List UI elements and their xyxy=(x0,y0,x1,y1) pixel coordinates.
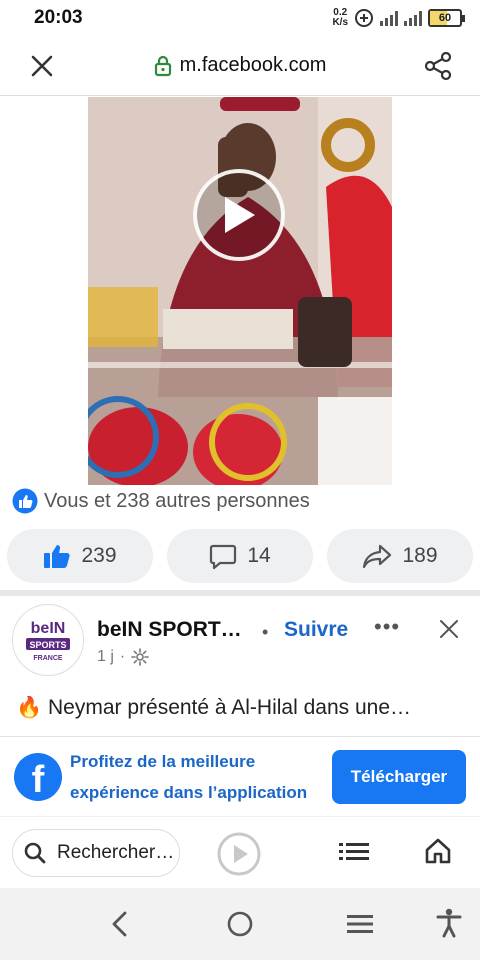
close-tab-button[interactable] xyxy=(0,36,84,96)
like-reaction-icon xyxy=(12,488,38,514)
post-text[interactable]: 🔥 Neymar présenté à Al-Hilal dans une… xyxy=(16,696,466,720)
share-post-button[interactable]: 189 xyxy=(327,529,473,583)
signal-g-icon xyxy=(404,10,422,26)
download-button[interactable]: Télécharger xyxy=(332,749,466,804)
comment-button[interactable]: 14 xyxy=(167,529,313,583)
page-avatar[interactable]: beIN SPORTS FRANCE xyxy=(12,604,84,676)
post-actions: 239 14 189 xyxy=(0,529,480,583)
search-placeholder: Rechercher… xyxy=(57,842,175,863)
meta-dot: · xyxy=(119,648,126,665)
feed-divider xyxy=(0,590,480,596)
accessibility-icon[interactable] xyxy=(436,908,462,938)
share-icon xyxy=(424,51,452,80)
comment-icon xyxy=(210,544,237,570)
like-button[interactable]: 239 xyxy=(7,529,153,583)
url-display[interactable]: m.facebook.com xyxy=(84,54,396,77)
svg-text:FRANCE: FRANCE xyxy=(33,655,62,662)
bein-sports-logo: beIN SPORTS FRANCE xyxy=(26,620,70,662)
post-video[interactable] xyxy=(88,97,392,485)
status-bar: 20:03 0.2 K/s 60 xyxy=(0,0,480,36)
tabs-list-icon[interactable] xyxy=(339,839,369,863)
browser-search-field[interactable]: Rechercher… xyxy=(12,829,180,877)
video-frame xyxy=(88,97,392,485)
status-icons: 0.2 K/s 60 xyxy=(332,7,465,28)
promo-text: Profitez de la meilleure expérience dans… xyxy=(70,751,308,802)
video-play-button[interactable] xyxy=(193,169,285,261)
recents-menu-icon[interactable] xyxy=(347,914,373,934)
follow-button[interactable]: Suivre xyxy=(284,618,348,642)
system-navigation-bar xyxy=(0,888,480,960)
more-options-button[interactable]: ••• xyxy=(374,614,400,640)
facebook-logo-icon: f xyxy=(14,752,62,801)
home-icon[interactable] xyxy=(424,837,452,865)
separator-dot: • xyxy=(262,622,269,642)
signal-4g-icon xyxy=(380,10,398,26)
post-meta: 1 j · xyxy=(97,648,150,666)
reactions-text: Vous et 238 autres personnes xyxy=(44,489,310,512)
reactions-summary[interactable]: Vous et 238 autres personnes xyxy=(12,488,310,514)
thumbs-up-icon xyxy=(44,545,71,568)
url-text: m.facebook.com xyxy=(179,54,327,76)
like-count: 239 xyxy=(81,544,117,567)
play-icon xyxy=(225,197,255,233)
back-chevron-icon[interactable] xyxy=(108,910,130,938)
svg-text:SPORTS: SPORTS xyxy=(29,640,66,650)
public-settings-icon xyxy=(131,648,150,666)
share-count: 189 xyxy=(402,544,438,567)
status-time: 20:03 xyxy=(34,7,83,28)
page-name[interactable]: beIN SPORT… xyxy=(97,618,242,642)
lock-icon xyxy=(154,55,171,76)
hide-post-close-icon[interactable] xyxy=(438,618,460,640)
post-header: beIN SPORTS FRANCE beIN SPORT… • Suivre … xyxy=(0,604,480,680)
browser-bottom-bar: Rechercher… xyxy=(0,816,480,888)
browser-url-bar: m.facebook.com xyxy=(0,36,480,96)
app-promo-banner: f Profitez de la meilleure expérience da… xyxy=(0,736,480,816)
post-text-content: Neymar présenté à Al-Hilal dans une… xyxy=(48,696,412,719)
svg-text:beIN: beIN xyxy=(31,620,66,637)
video-play-circle-icon[interactable] xyxy=(216,831,262,877)
close-icon xyxy=(31,55,53,76)
share-button[interactable] xyxy=(396,36,480,96)
data-saver-icon xyxy=(355,9,373,27)
post-video-container xyxy=(0,97,480,485)
battery-icon: 60 xyxy=(428,9,465,27)
home-circle-icon[interactable] xyxy=(226,910,254,938)
network-speed: 0.2 K/s xyxy=(332,7,348,28)
post-time: 1 j xyxy=(97,648,114,665)
fire-emoji: 🔥 xyxy=(16,696,43,719)
comment-count: 14 xyxy=(247,544,271,567)
share-arrow-icon xyxy=(363,544,392,569)
search-icon xyxy=(24,842,46,864)
